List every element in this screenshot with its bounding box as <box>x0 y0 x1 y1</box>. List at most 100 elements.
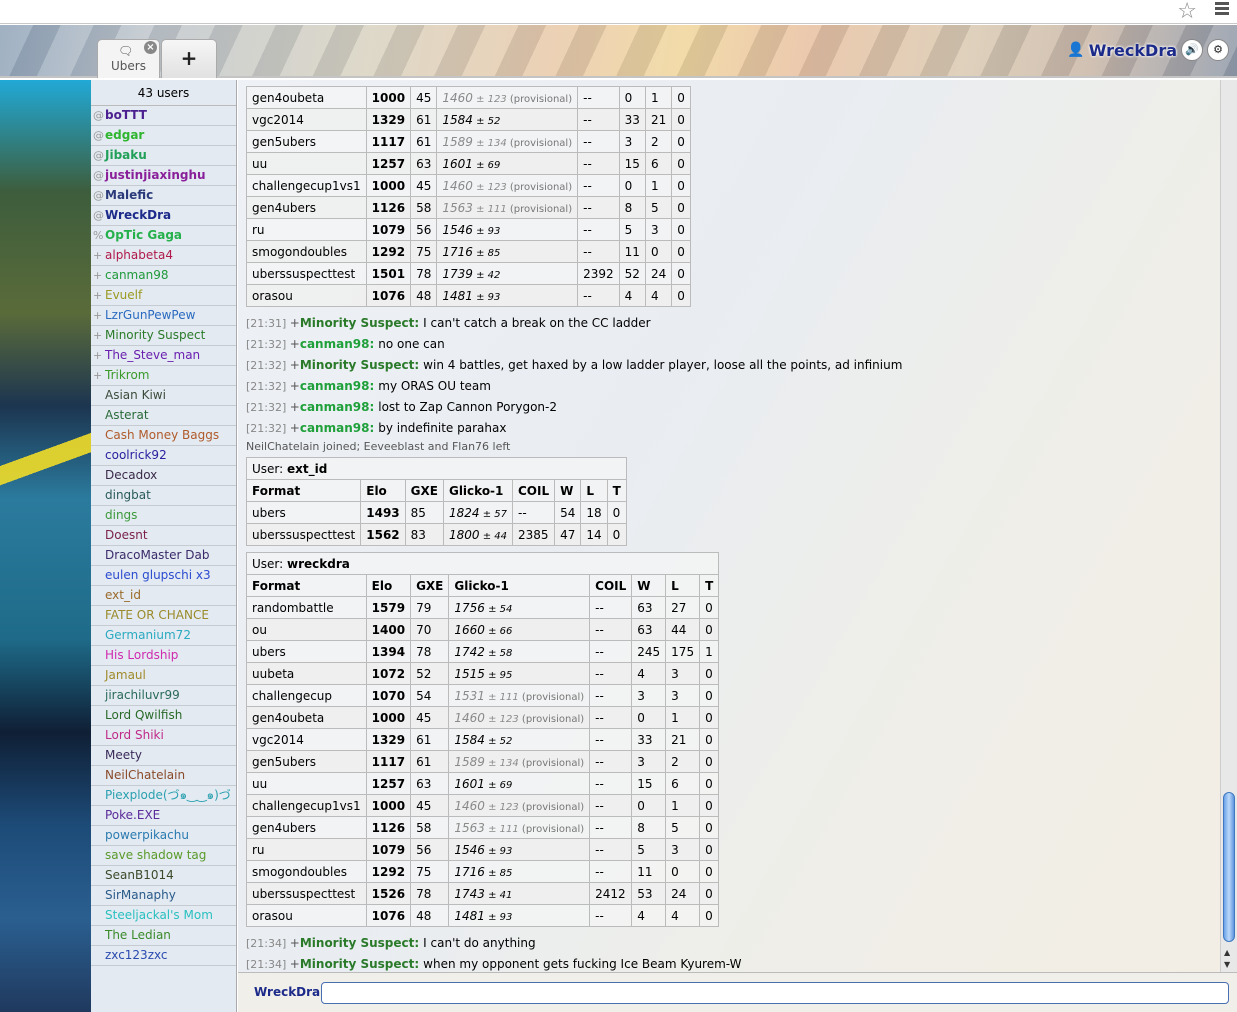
userlist-item[interactable]: + Trikrom <box>91 366 236 386</box>
scroll-down-icon[interactable]: ▼ <box>1224 960 1230 969</box>
ladder-table-ext-id: User: ext_id Format Elo GXE Glicko-1 COIL W L Tu… <box>245 457 627 546</box>
userlist-item[interactable]: Asian Kiwi <box>91 386 236 406</box>
userlist-item[interactable]: zxc123zxc <box>91 946 236 966</box>
glicko-rating: 1756 <box>454 600 485 615</box>
hamburger-icon[interactable] <box>1215 2 1229 17</box>
tab-ubers[interactable]: 🗨 Ubers × <box>97 39 160 78</box>
userlist-item[interactable]: dingbat <box>91 486 236 506</box>
w-cell: 15 <box>618 152 646 175</box>
userlist-item[interactable]: His Lordship <box>91 646 236 666</box>
message-author[interactable]: canman98: <box>300 421 374 435</box>
user-name: FATE OR CHANCE <box>105 608 209 622</box>
userlist-item[interactable]: NeilChatelain <box>91 766 236 786</box>
message-author[interactable]: canman98: <box>300 337 374 351</box>
glicko-deviation: ± 123 <box>484 713 519 725</box>
userlist-item[interactable]: @WreckDra <box>91 206 236 226</box>
close-tab-icon[interactable]: × <box>144 41 157 54</box>
l-cell: 5 <box>665 816 701 839</box>
userlist-item[interactable]: ext_id <box>91 586 236 606</box>
userlist-item[interactable]: SeanB1014 <box>91 866 236 886</box>
glicko-deviation: ± 123 <box>484 801 519 813</box>
userlist-item[interactable]: The Ledian <box>91 926 236 946</box>
format-cell: gen5ubers <box>246 750 367 773</box>
userlist-item[interactable]: SirManaphy <box>91 886 236 906</box>
user-name: Jibaku <box>105 148 147 162</box>
l-cell: 6 <box>665 772 701 795</box>
message-author[interactable]: Minority Suspect: <box>300 316 419 330</box>
table-row: orasou 1076 48 1481 ± 93 -- 4 4 0 <box>246 284 691 307</box>
userlist-item[interactable]: Germanium72 <box>91 626 236 646</box>
coil-cell: 2412 <box>589 882 633 905</box>
t-cell: 0 <box>671 174 691 197</box>
userlist-item[interactable]: + alphabeta4 <box>91 246 236 266</box>
elo-cell: 1292 <box>365 860 412 883</box>
userlist-item[interactable]: Asterat <box>91 406 236 426</box>
glicko-deviation: ± 58 <box>484 647 513 659</box>
userlist-item[interactable]: Steeljackal's Mom <box>91 906 236 926</box>
userlist-item[interactable]: Lord Shiki <box>91 726 236 746</box>
userlist-item[interactable]: eulen glupschi x3 <box>91 566 236 586</box>
userlist-item[interactable]: Jamaul <box>91 666 236 686</box>
glicko-cell: 1563 ± 111 (provisional) <box>448 816 591 839</box>
table-row: gen5ubers 1117 61 1589 ± 134 (provisional) -… <box>246 130 691 153</box>
userlist-item[interactable]: + Evuelf <box>91 286 236 306</box>
userlist-item[interactable]: @edgar <box>91 126 236 146</box>
userlist-item[interactable]: jirachiluvr99 <box>91 686 236 706</box>
userlist-item[interactable]: + The_Steve_man <box>91 346 236 366</box>
scrollbar-thumb[interactable] <box>1223 792 1235 942</box>
gxe-cell: 61 <box>410 750 450 773</box>
userlist-item[interactable]: powerpikachu <box>91 826 236 846</box>
user-name: Germanium72 <box>105 628 191 642</box>
userlist-item[interactable]: @Jibaku <box>91 146 236 166</box>
userlist-item[interactable]: Lord Qwilfish <box>91 706 236 726</box>
scroll-up-icon[interactable]: ▲ <box>1224 948 1230 957</box>
userlist-item[interactable]: DracoMaster Dab <box>91 546 236 566</box>
userlist-item[interactable]: % OpTic Gaga <box>91 226 236 246</box>
glicko-deviation: ± 42 <box>472 269 501 281</box>
gxe-cell: 61 <box>410 130 438 153</box>
userlist-item[interactable]: Doesnt <box>91 526 236 546</box>
userlist-item[interactable]: @boTTT <box>91 106 236 126</box>
w-cell: 8 <box>618 196 646 219</box>
chat-input[interactable] <box>321 982 1229 1004</box>
userlist-item[interactable]: Piexplode(づ๑‿‿๑)づ <box>91 786 236 806</box>
userlist-item[interactable]: @justinjiaxinghu <box>91 166 236 186</box>
message-author[interactable]: Minority Suspect: <box>300 936 419 950</box>
userlist-item[interactable]: Poke.EXE <box>91 806 236 826</box>
userlist-item[interactable]: coolrick92 <box>91 446 236 466</box>
chat-scrollbar[interactable]: ▲ ▼ <box>1220 80 1237 972</box>
userlist-item[interactable]: FATE OR CHANCE <box>91 606 236 626</box>
format-cell: vgc2014 <box>246 108 367 131</box>
elo-cell: 1292 <box>365 240 412 263</box>
glicko-cell: 1716 ± 85 <box>448 860 591 883</box>
userlist-item[interactable]: + canman98 <box>91 266 236 286</box>
format-cell: gen4ubers <box>246 816 367 839</box>
userlist-item[interactable]: Meety <box>91 746 236 766</box>
column-header: Format <box>246 574 367 597</box>
userlist-item[interactable]: @Malefic <box>91 186 236 206</box>
coil-cell: -- <box>577 240 620 263</box>
username[interactable]: WreckDra <box>1089 41 1177 60</box>
gear-icon[interactable]: ⚙ <box>1207 39 1229 61</box>
userlist-item[interactable]: + Minority Suspect <box>91 326 236 346</box>
message-author[interactable]: canman98: <box>300 400 374 414</box>
user-name: Minority Suspect <box>105 328 206 342</box>
speaker-icon[interactable]: 🔊 <box>1181 39 1203 61</box>
w-cell: 63 <box>631 618 667 641</box>
table-username[interactable]: ext_id <box>287 462 327 476</box>
message-author[interactable]: Minority Suspect: <box>300 358 419 372</box>
new-tab-button[interactable]: + <box>161 39 217 78</box>
message-author[interactable]: canman98: <box>300 379 374 393</box>
userlist-item[interactable]: save shadow tag <box>91 846 236 866</box>
star-icon[interactable]: ☆ <box>1177 0 1197 24</box>
table-username[interactable]: wreckdra <box>287 557 350 571</box>
message-group-symbol: + <box>289 421 300 435</box>
userlist-item[interactable]: Decadox <box>91 466 236 486</box>
chat-message: [21:32] +canman98: my ORAS OU team <box>246 376 1220 397</box>
userlist-item[interactable]: Cash Money Baggs <box>91 426 236 446</box>
userlist-item[interactable]: + LzrGunPewPew <box>91 306 236 326</box>
userlist-item[interactable]: dings <box>91 506 236 526</box>
message-author[interactable]: Minority Suspect: <box>300 957 419 971</box>
t-cell: 0 <box>671 284 691 307</box>
format-cell: uu <box>246 152 367 175</box>
